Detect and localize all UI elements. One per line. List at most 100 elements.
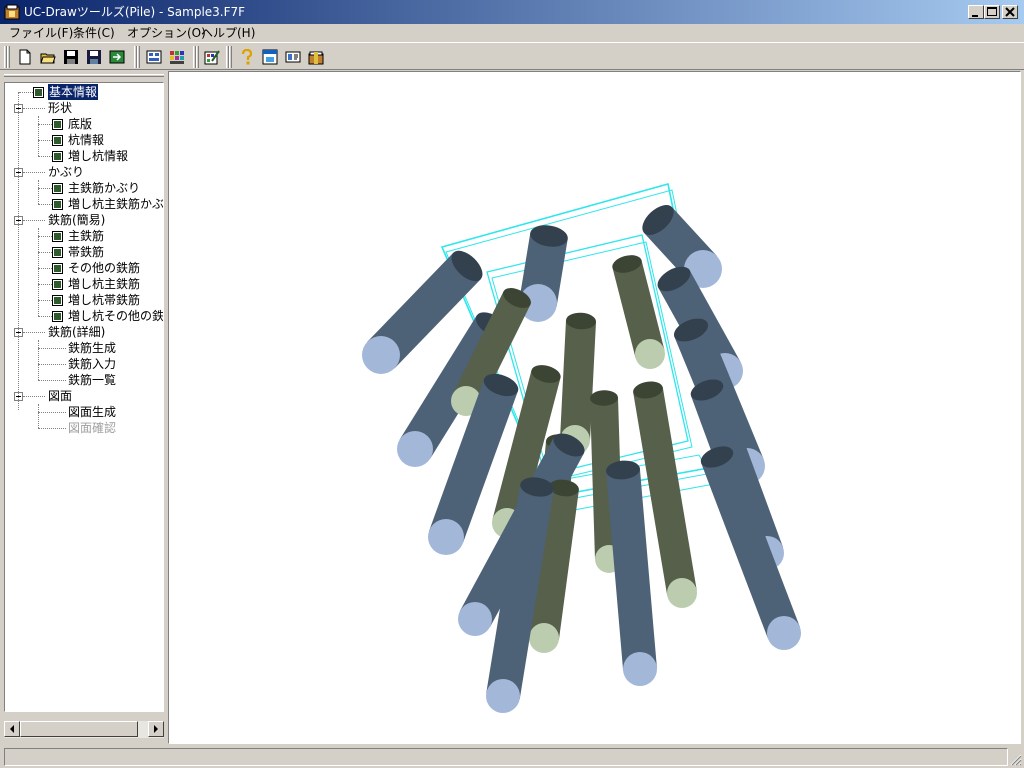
tree-line (38, 316, 52, 317)
tree-line (19, 92, 33, 93)
title-bar[interactable]: UC-Drawツールズ(Pile) - Sample3.F7F (0, 0, 1024, 24)
resize-grip-icon[interactable] (1008, 752, 1022, 766)
tree-item[interactable]: 増し杭主鉄筋 (68, 276, 140, 292)
toolbar (0, 42, 1024, 70)
tree-line (38, 188, 52, 189)
tree-line (38, 284, 52, 285)
tree-group-2[interactable]: 鉄筋(簡易) (48, 212, 105, 228)
gift-icon (308, 51, 324, 65)
app-icon[interactable] (4, 4, 20, 20)
tree-view[interactable]: 基本情報形状底版杭情報増し杭情報かぶり主鉄筋かぶり増し杭主鉄筋かぶり鉄筋(簡易)… (4, 82, 164, 712)
open-button[interactable] (37, 46, 59, 68)
tree-line (38, 364, 66, 365)
toolbar-separator (137, 46, 140, 68)
tree-group-4[interactable]: 図面 (48, 388, 72, 404)
tree-line (38, 228, 39, 316)
gift-button[interactable] (305, 46, 327, 68)
tree-item[interactable]: 主鉄筋 (68, 228, 104, 244)
tree-checkbox[interactable] (52, 263, 63, 274)
tree-item[interactable]: 底版 (68, 116, 92, 132)
tree-group-3[interactable]: 鉄筋(詳細) (48, 324, 105, 340)
scroll-left-button[interactable] (4, 721, 20, 737)
layout-button[interactable] (143, 46, 165, 68)
menu-bar: ファイル(F) 条件(C) オプション(O) ヘルプ(H) (0, 24, 1024, 42)
tree-checkbox[interactable] (52, 295, 63, 306)
pile-end-cap (529, 623, 559, 653)
save-as-button[interactable] (83, 46, 105, 68)
help-button[interactable] (236, 46, 258, 68)
scroll-thumb[interactable] (20, 721, 138, 737)
window-title: UC-Drawツールズ(Pile) - Sample3.F7F (24, 5, 246, 19)
card-icon (285, 51, 301, 63)
scroll-right-button[interactable] (148, 721, 164, 737)
tree-checkbox[interactable] (33, 87, 44, 98)
window-icon (262, 49, 278, 65)
tree-checkbox[interactable] (52, 151, 63, 162)
tree-group-1[interactable]: かぶり (48, 164, 84, 180)
tree-item[interactable]: 鉄筋一覧 (68, 372, 116, 388)
minimize-button[interactable] (968, 5, 984, 19)
tree-group-0[interactable]: 形状 (48, 100, 72, 116)
pile-end-cap (767, 616, 801, 650)
pile[interactable] (605, 459, 657, 686)
tree-line (38, 412, 66, 413)
pile-end-cap (458, 602, 492, 636)
tree-line (23, 332, 45, 333)
new-file-button[interactable] (14, 46, 36, 68)
pile-3d-scene[interactable] (169, 72, 1020, 743)
tree-item[interactable]: その他の鉄筋 (68, 260, 140, 276)
tree-line (23, 396, 45, 397)
pile-end-cap (623, 652, 657, 686)
tree-line (23, 108, 45, 109)
tree-checkbox[interactable] (52, 247, 63, 258)
added-pile[interactable] (610, 252, 665, 369)
tree-item[interactable]: 鉄筋入力 (68, 356, 116, 372)
pile-end-cap (486, 679, 520, 713)
color-grid-button[interactable] (166, 46, 188, 68)
tree-item[interactable]: 増し杭情報 (68, 148, 128, 164)
tree-checkbox[interactable] (52, 279, 63, 290)
model-viewport[interactable] (168, 71, 1021, 744)
tree-node-root[interactable]: 基本情報 (48, 84, 99, 100)
save-button[interactable] (60, 46, 82, 68)
toolbar-grip[interactable] (7, 46, 10, 68)
tree-checkbox[interactable] (52, 119, 63, 130)
tree-checkbox[interactable] (52, 183, 63, 194)
arrow-right-icon (154, 725, 158, 733)
window-button[interactable] (259, 46, 281, 68)
tree-horizontal-scrollbar[interactable] (4, 721, 164, 738)
tree-item[interactable]: 増し杭その他の鉄筋 (68, 308, 163, 324)
pane-grip[interactable] (4, 74, 164, 77)
tree-item[interactable]: 鉄筋生成 (68, 340, 116, 356)
added-pile[interactable] (560, 312, 596, 455)
tree-checkbox[interactable] (52, 135, 63, 146)
maximize-button[interactable] (984, 5, 1000, 19)
check-edit-button[interactable] (201, 46, 223, 68)
tree-line (38, 252, 52, 253)
tree-checkbox[interactable] (52, 199, 63, 210)
close-icon (1005, 7, 1015, 17)
tree-item[interactable]: 帯鉄筋 (68, 244, 104, 260)
card-button[interactable] (282, 46, 304, 68)
tree-item[interactable]: 増し杭主鉄筋かぶり (68, 196, 163, 212)
export-button[interactable] (106, 46, 128, 68)
tree-checkbox[interactable] (52, 231, 63, 242)
tree-item[interactable]: 主鉄筋かぶり (68, 180, 140, 196)
maximize-icon (987, 7, 997, 16)
menu-file[interactable]: ファイル(F) (9, 25, 73, 41)
menu-options[interactable]: オプション(O) (127, 25, 206, 41)
tree-item[interactable]: 図面確認 (68, 420, 116, 436)
close-button[interactable] (1002, 5, 1018, 19)
tree-item[interactable]: 図面生成 (68, 404, 116, 420)
tree-line (38, 268, 52, 269)
toolbar-separator (229, 46, 232, 68)
tree-line (38, 300, 52, 301)
tree-item[interactable]: 杭情報 (68, 132, 104, 148)
menu-help[interactable]: ヘルプ(H) (201, 25, 255, 41)
pile-end-cap (428, 519, 464, 555)
grid-color-icon (170, 51, 184, 64)
pile-end-cap (635, 339, 665, 369)
menu-conditions[interactable]: 条件(C) (73, 25, 115, 41)
tree-item[interactable]: 増し杭帯鉄筋 (68, 292, 140, 308)
tree-checkbox[interactable] (52, 311, 63, 322)
